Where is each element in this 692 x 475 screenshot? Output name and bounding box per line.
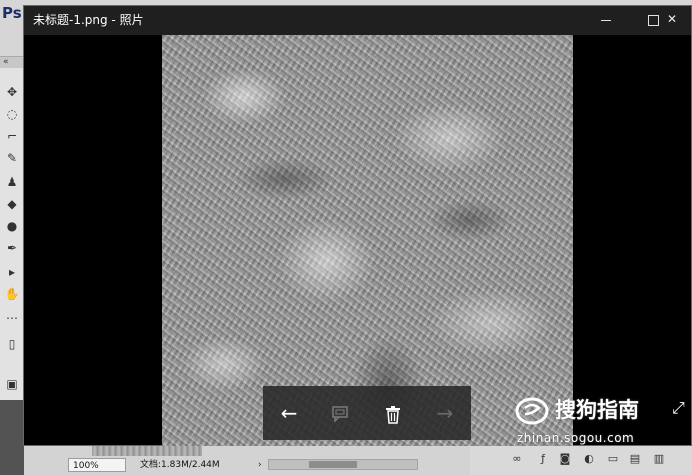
layer-style-icon[interactable]: ƒ xyxy=(536,452,550,466)
more-tools-icon[interactable]: ⋯ xyxy=(4,310,20,326)
eraser-tool-icon[interactable]: ◆ xyxy=(4,196,20,212)
scrollbar-thumb[interactable] xyxy=(309,461,357,468)
zoom-field[interactable]: 100% xyxy=(68,458,126,472)
link-layers-icon[interactable]: ∞ xyxy=(510,452,524,466)
panel-collapse-icon[interactable]: « xyxy=(3,56,9,68)
crop-tool-icon[interactable]: ⌐ xyxy=(4,128,20,144)
stamp-tool-icon[interactable]: ♟ xyxy=(4,174,20,190)
trash-icon xyxy=(386,405,400,424)
stone-texture-image xyxy=(162,35,573,446)
watermark-brand: 搜狗指南 xyxy=(555,398,639,422)
watermark-url: zhinan.sogou.com xyxy=(517,431,635,445)
hand-tool-icon[interactable]: ✋ xyxy=(4,286,20,302)
title-bar[interactable]: 未标题-1.png - 照片 xyxy=(24,6,691,35)
screen-mode-icon[interactable]: ▣ xyxy=(4,376,20,392)
move-tool-icon[interactable]: ✥ xyxy=(4,84,20,100)
layer-mask-icon[interactable]: ◙ xyxy=(558,452,572,466)
edit-icon xyxy=(332,405,348,423)
arrow-right-icon: → xyxy=(436,401,454,425)
photoshop-status-bar: 100% 文档:1.83M/2.44M › xyxy=(24,444,470,475)
path-select-icon[interactable]: ▸ xyxy=(4,264,20,280)
document-size: 文档:1.83M/2.44M xyxy=(140,460,220,470)
photo-toolbar: ← → xyxy=(263,386,471,440)
horizontal-scrollbar[interactable] xyxy=(268,459,418,470)
new-group-icon[interactable]: ▭ xyxy=(606,452,620,466)
photoshop-tools-panel: ✥ ◌ ⌐ ✎ ♟ ◆ ● ✒ ▸ ✋ ⋯ ▯ ▣ xyxy=(0,68,25,400)
blur-tool-icon[interactable]: ● xyxy=(4,218,20,234)
minimize-icon xyxy=(601,20,611,21)
photos-window: 未标题-1.png - 照片 ← → xyxy=(23,5,692,446)
close-button[interactable]: ✕ xyxy=(654,5,690,34)
lasso-tool-icon[interactable]: ◌ xyxy=(4,106,20,122)
edit-button[interactable] xyxy=(315,386,367,440)
color-swatch-icon[interactable]: ▯ xyxy=(4,336,20,352)
photoshop-logo: Ps xyxy=(2,4,22,22)
window-title: 未标题-1.png - 照片 xyxy=(33,13,144,27)
pen-tool-icon[interactable]: ✒ xyxy=(4,240,20,256)
status-menu-arrow-icon[interactable]: › xyxy=(258,458,262,472)
minimize-button[interactable] xyxy=(588,6,624,35)
arrow-left-icon: ← xyxy=(280,401,298,425)
sogou-watermark: 搜狗指南 zhinan.sogou.com xyxy=(515,392,692,452)
sogou-logo-icon xyxy=(515,397,549,425)
delete-button[interactable] xyxy=(367,386,419,440)
adjustment-layer-icon[interactable]: ◐ xyxy=(582,452,596,466)
previous-button[interactable]: ← xyxy=(263,386,315,440)
close-icon: ✕ xyxy=(666,12,678,26)
delete-layer-icon[interactable]: ▥ xyxy=(652,452,666,466)
healing-brush-icon[interactable]: ✎ xyxy=(4,150,20,166)
new-layer-icon[interactable]: ▤ xyxy=(628,452,642,466)
next-button[interactable]: → xyxy=(419,386,471,440)
resize-diagonal-icon[interactable]: ⤢ xyxy=(672,400,685,416)
